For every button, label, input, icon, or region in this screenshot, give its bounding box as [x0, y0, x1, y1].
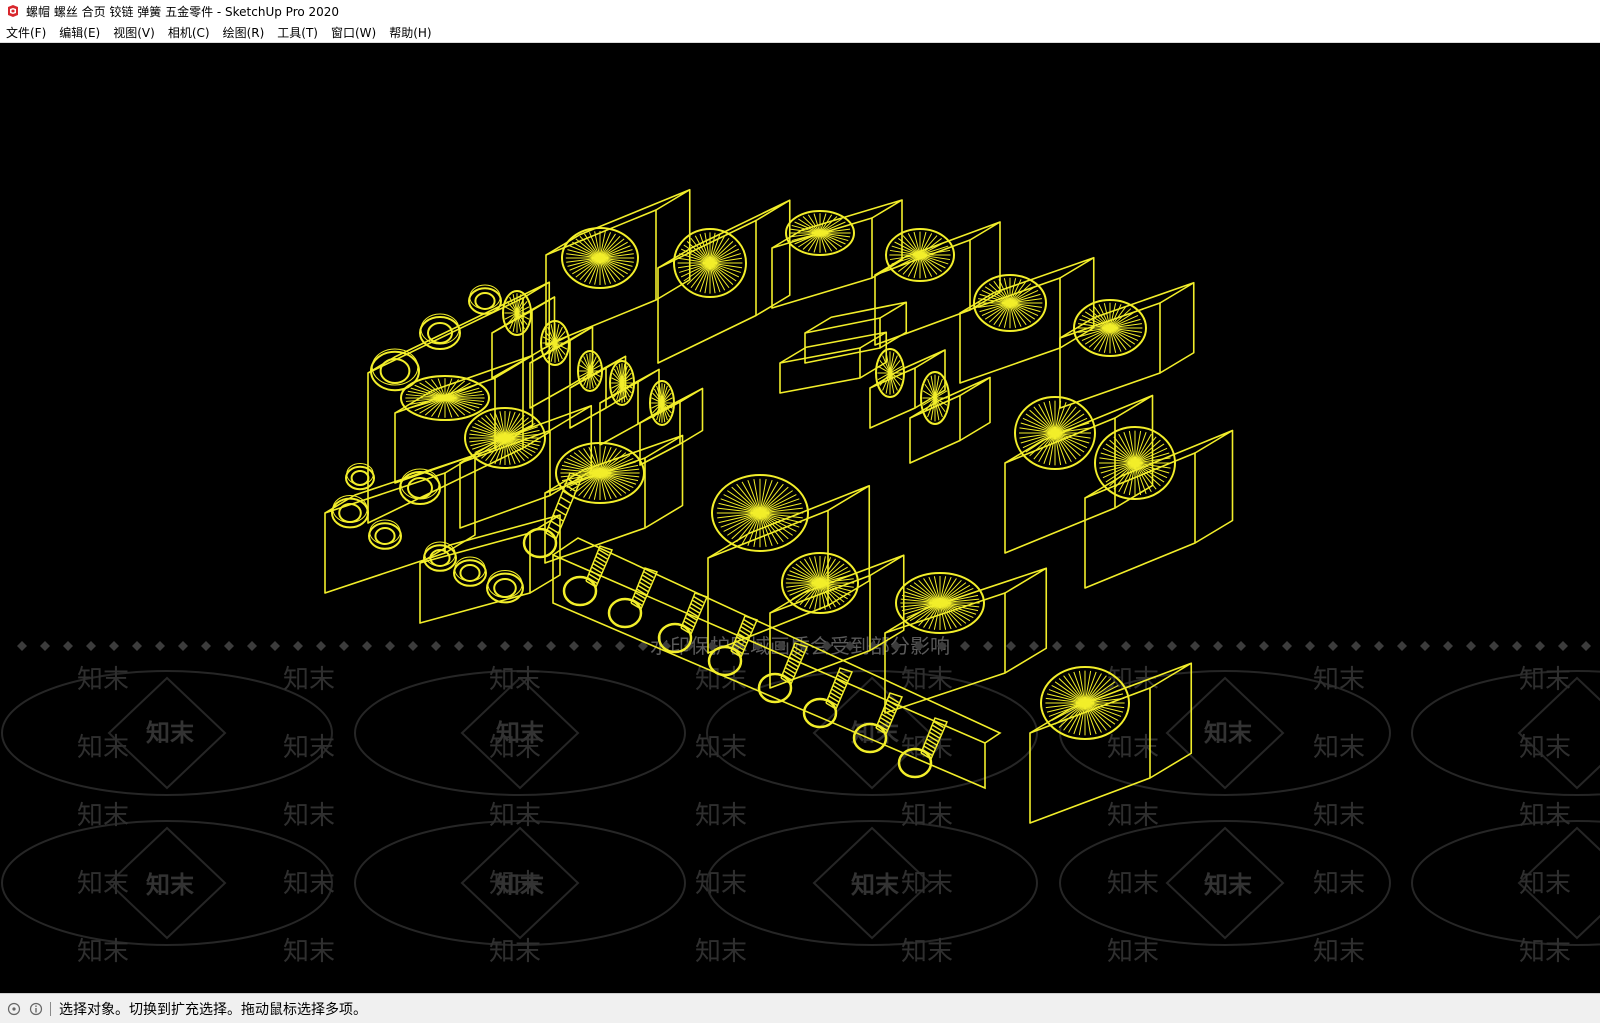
- menu-draw[interactable]: 绘图(R): [217, 24, 272, 41]
- svg-text:知末: 知末: [1313, 869, 1365, 899]
- hardware-parts-group[interactable]: [324, 188, 1234, 824]
- svg-text:知末: 知末: [1313, 665, 1365, 695]
- svg-text:知末: 知末: [695, 801, 747, 831]
- model-viewport[interactable]: 水印保护区域画质会受到部分影响 知末知末知末知末知末知末知末知末知末知末知末知末…: [0, 43, 1600, 993]
- svg-text:知末: 知末: [496, 871, 545, 899]
- svg-text:知末: 知末: [1519, 801, 1571, 831]
- svg-text:知末: 知末: [1204, 871, 1253, 899]
- svg-text:知末: 知末: [1313, 937, 1365, 967]
- svg-text:知末: 知末: [1204, 719, 1253, 747]
- credits-info-icon[interactable]: [28, 1001, 44, 1017]
- svg-text:知末: 知末: [695, 937, 747, 967]
- svg-text:知末: 知末: [1519, 869, 1571, 899]
- svg-text:知末: 知末: [1107, 937, 1159, 967]
- svg-text:知末: 知末: [1107, 665, 1159, 695]
- svg-text:知末: 知末: [489, 801, 541, 831]
- svg-text:知末: 知末: [77, 937, 129, 967]
- status-bar: 选择对象。切换到扩充选择。拖动鼠标选择多项。: [0, 993, 1600, 1023]
- svg-text:知末: 知末: [489, 665, 541, 695]
- svg-text:知末: 知末: [901, 937, 953, 967]
- status-divider: [50, 1001, 51, 1016]
- svg-text:知末: 知末: [851, 871, 900, 899]
- svg-text:知末: 知末: [901, 801, 953, 831]
- svg-text:知末: 知末: [901, 869, 953, 899]
- svg-text:知末: 知末: [1313, 801, 1365, 831]
- svg-text:知末: 知末: [496, 719, 545, 747]
- menu-camera[interactable]: 相机(C): [162, 24, 217, 41]
- menu-view[interactable]: 视图(V): [107, 24, 162, 41]
- svg-text:知末: 知末: [283, 937, 335, 967]
- svg-text:知末: 知末: [695, 733, 747, 763]
- status-message: 选择对象。切换到扩充选择。拖动鼠标选择多项。: [59, 1001, 367, 1018]
- svg-text:知末: 知末: [77, 665, 129, 695]
- svg-text:知末: 知末: [146, 871, 195, 899]
- watermark-layer: 水印保护区域画质会受到部分影响 知末知末知末知末知末知末知末知末知末知末知末知末…: [1, 634, 1600, 967]
- title-bar: 螺帽 螺丝 合页 铰链 弹簧 五金零件 - SketchUp Pro 2020: [0, 0, 1600, 22]
- svg-text:知末: 知末: [695, 869, 747, 899]
- svg-text:知末: 知末: [77, 869, 129, 899]
- svg-text:知末: 知末: [1519, 665, 1571, 695]
- svg-text:知末: 知末: [489, 937, 541, 967]
- svg-text:知末: 知末: [1313, 733, 1365, 763]
- svg-text:知末: 知末: [283, 869, 335, 899]
- menu-window[interactable]: 窗口(W): [325, 24, 383, 41]
- window-title: 螺帽 螺丝 合页 铰链 弹簧 五金零件 - SketchUp Pro 2020: [26, 4, 340, 19]
- svg-text:知末: 知末: [1519, 733, 1571, 763]
- wireframe-model-scene[interactable]: 水印保护区域画质会受到部分影响 知末知末知末知末知末知末知末知末知末知末知末知末…: [0, 43, 1600, 993]
- menu-tools[interactable]: 工具(T): [271, 24, 325, 41]
- geo-location-icon[interactable]: [6, 1001, 22, 1017]
- svg-text:知末: 知末: [77, 733, 129, 763]
- svg-text:知末: 知末: [146, 719, 195, 747]
- menu-help[interactable]: 帮助(H): [383, 24, 438, 41]
- svg-text:知末: 知末: [283, 801, 335, 831]
- svg-text:知末: 知末: [1519, 937, 1571, 967]
- menu-edit[interactable]: 编辑(E): [53, 24, 107, 41]
- svg-text:知末: 知末: [283, 665, 335, 695]
- svg-text:知末: 知末: [1107, 869, 1159, 899]
- menu-file[interactable]: 文件(F): [0, 24, 53, 41]
- sketchup-logo-icon: [8, 5, 18, 17]
- svg-text:知末: 知末: [77, 801, 129, 831]
- menu-bar: 文件(F) 编辑(E) 视图(V) 相机(C) 绘图(R) 工具(T) 窗口(W…: [0, 22, 1600, 43]
- svg-text:知末: 知末: [1107, 801, 1159, 831]
- svg-text:知末: 知末: [283, 733, 335, 763]
- svg-text:知末: 知末: [1107, 733, 1159, 763]
